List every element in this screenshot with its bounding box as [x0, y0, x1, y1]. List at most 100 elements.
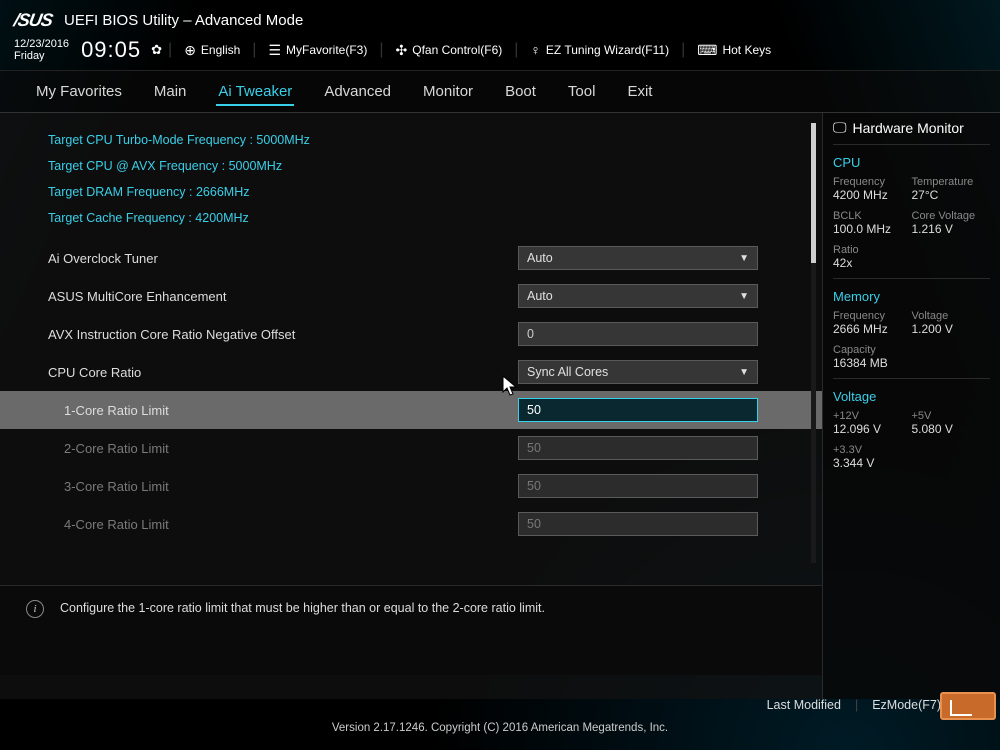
hw-row: Frequency 2666 MHz Voltage 1.200 V: [833, 310, 990, 336]
settings-gear-icon[interactable]: ✿: [151, 42, 162, 58]
main-area: Target CPU Turbo-Mode Frequency : 5000MH…: [0, 113, 1000, 699]
hw-mem-freq: 2666 MHz: [833, 322, 912, 336]
language-label: English: [201, 43, 240, 57]
qfan-button[interactable]: ✣ Qfan Control(F6): [390, 40, 509, 61]
tab-monitor[interactable]: Monitor: [421, 79, 475, 106]
hw-cpu-corev: 1.216 V: [912, 222, 991, 236]
tab-my-favorites[interactable]: My Favorites: [34, 79, 124, 106]
setting-ai-overclock-tuner: Ai Overclock Tuner Auto ▼: [0, 239, 822, 277]
separator: |: [681, 41, 685, 59]
settings-panel: Target CPU Turbo-Mode Frequency : 5000MH…: [0, 113, 822, 699]
hw-mem-volt: 1.200 V: [912, 322, 991, 336]
tab-main[interactable]: Main: [152, 79, 189, 106]
hotkeys-button[interactable]: ⌨ Hot Keys: [691, 40, 777, 61]
hw-label: Capacity: [833, 344, 990, 356]
hw-label: +3.3V: [833, 444, 990, 456]
hotkeys-label: Hot Keys: [722, 43, 771, 57]
header-bar: /SUS UEFI BIOS Utility – Advanced Mode: [0, 0, 1000, 36]
4core-ratio-input: 50: [518, 512, 758, 536]
watermark-badge: [940, 692, 996, 720]
hw-label: BCLK: [833, 210, 912, 222]
hw-monitor-title: 🖵 Hardware Monitor: [833, 119, 990, 145]
hw-row: Ratio 42x: [833, 244, 990, 270]
version-text: Version 2.17.1246. Copyright (C) 2016 Am…: [0, 716, 1000, 734]
hw-memory-heading: Memory: [833, 289, 990, 304]
hw-row: +12V 12.096 V +5V 5.080 V: [833, 410, 990, 436]
hw-title-text: Hardware Monitor: [853, 120, 964, 136]
separator: |: [855, 698, 858, 712]
chevron-down-icon: ▼: [739, 291, 749, 302]
day-text: Friday: [14, 50, 69, 62]
myfavorite-label: MyFavorite(F3): [286, 43, 367, 57]
favorite-icon: ☰: [268, 42, 281, 59]
last-modified-button[interactable]: Last Modified: [757, 694, 851, 716]
tab-ai-tweaker[interactable]: Ai Tweaker: [216, 79, 294, 106]
avx-offset-input[interactable]: 0: [518, 322, 758, 346]
hw-label: Core Voltage: [912, 210, 991, 222]
hw-label: Frequency: [833, 176, 912, 188]
hw-label: Voltage: [912, 310, 991, 322]
help-bar: i Configure the 1-core ratio limit that …: [0, 585, 822, 675]
target-cpu-avx: Target CPU @ AVX Frequency : 5000MHz: [48, 153, 822, 179]
hw-label: Frequency: [833, 310, 912, 322]
myfavorite-button[interactable]: ☰ MyFavorite(F3): [262, 40, 373, 61]
hardware-monitor-sidebar: 🖵 Hardware Monitor CPU Frequency 4200 MH…: [822, 113, 1000, 699]
hw-row: Frequency 4200 MHz Temperature 27°C: [833, 176, 990, 202]
separator: |: [168, 41, 172, 59]
hw-label: Ratio: [833, 244, 990, 256]
divider: [833, 278, 990, 279]
tab-advanced[interactable]: Advanced: [322, 79, 393, 106]
chevron-down-icon: ▼: [739, 253, 749, 264]
dropdown-value: Auto: [527, 251, 553, 265]
language-button[interactable]: ⊕ English: [178, 40, 246, 61]
target-dram: Target DRAM Frequency : 2666MHz: [48, 179, 822, 205]
scrollbar-track[interactable]: [811, 123, 816, 563]
hw-cpu-temp: 27°C: [912, 188, 991, 202]
header-tools-bar: 12/23/2016 Friday 09:05 ✿ | ⊕ English | …: [0, 36, 1000, 70]
hw-label: Temperature: [912, 176, 991, 188]
main-tabs: My Favorites Main Ai Tweaker Advanced Mo…: [0, 70, 1000, 113]
cpu-core-ratio-dropdown[interactable]: Sync All Cores ▼: [518, 360, 758, 384]
hw-cpu-freq: 4200 MHz: [833, 188, 912, 202]
setting-label: 3-Core Ratio Limit: [64, 479, 518, 494]
setting-1core-ratio[interactable]: 1-Core Ratio Limit 50: [0, 391, 822, 429]
scrollbar-thumb[interactable]: [811, 123, 816, 263]
monitor-icon: 🖵: [833, 119, 847, 136]
setting-label: Ai Overclock Tuner: [48, 251, 518, 266]
1core-ratio-input[interactable]: 50: [518, 398, 758, 422]
ez-tuning-label: EZ Tuning Wizard(F11): [546, 43, 669, 57]
hw-mem-cap: 16384 MB: [833, 356, 990, 370]
tab-exit[interactable]: Exit: [625, 79, 654, 106]
keyboard-icon: ⌨: [697, 42, 717, 59]
tab-tool[interactable]: Tool: [566, 79, 598, 106]
ai-overclock-tuner-dropdown[interactable]: Auto ▼: [518, 246, 758, 270]
hw-row: +3.3V 3.344 V: [833, 444, 990, 470]
setting-label: 1-Core Ratio Limit: [64, 403, 518, 418]
qfan-label: Qfan Control(F6): [412, 43, 502, 57]
ezmode-label: EzMode(F7): [872, 698, 941, 712]
separator: |: [379, 41, 383, 59]
dropdown-value: Auto: [527, 289, 553, 303]
date-display: 12/23/2016 Friday: [14, 38, 69, 62]
setting-label: AVX Instruction Core Ratio Negative Offs…: [48, 327, 518, 342]
help-text: Configure the 1-core ratio limit that mu…: [60, 600, 545, 615]
setting-label: CPU Core Ratio: [48, 365, 518, 380]
hw-12v: 12.096 V: [833, 422, 912, 436]
separator: |: [252, 41, 256, 59]
hw-cpu-heading: CPU: [833, 155, 990, 170]
fan-icon: ✣: [396, 42, 408, 59]
tab-boot[interactable]: Boot: [503, 79, 538, 106]
dropdown-value: Sync All Cores: [527, 365, 608, 379]
hw-row: Capacity 16384 MB: [833, 344, 990, 370]
multicore-enhancement-dropdown[interactable]: Auto ▼: [518, 284, 758, 308]
hw-5v: 5.080 V: [912, 422, 991, 436]
2core-ratio-input: 50: [518, 436, 758, 460]
date-text: 12/23/2016: [14, 38, 69, 50]
setting-2core-ratio: 2-Core Ratio Limit 50: [0, 429, 822, 467]
input-value: 50: [527, 517, 541, 531]
hw-voltage-heading: Voltage: [833, 389, 990, 404]
ez-tuning-button[interactable]: ♀ EZ Tuning Wizard(F11): [524, 40, 675, 60]
target-info-block: Target CPU Turbo-Mode Frequency : 5000MH…: [0, 123, 822, 239]
input-value: 50: [527, 441, 541, 455]
last-modified-label: Last Modified: [767, 698, 841, 712]
